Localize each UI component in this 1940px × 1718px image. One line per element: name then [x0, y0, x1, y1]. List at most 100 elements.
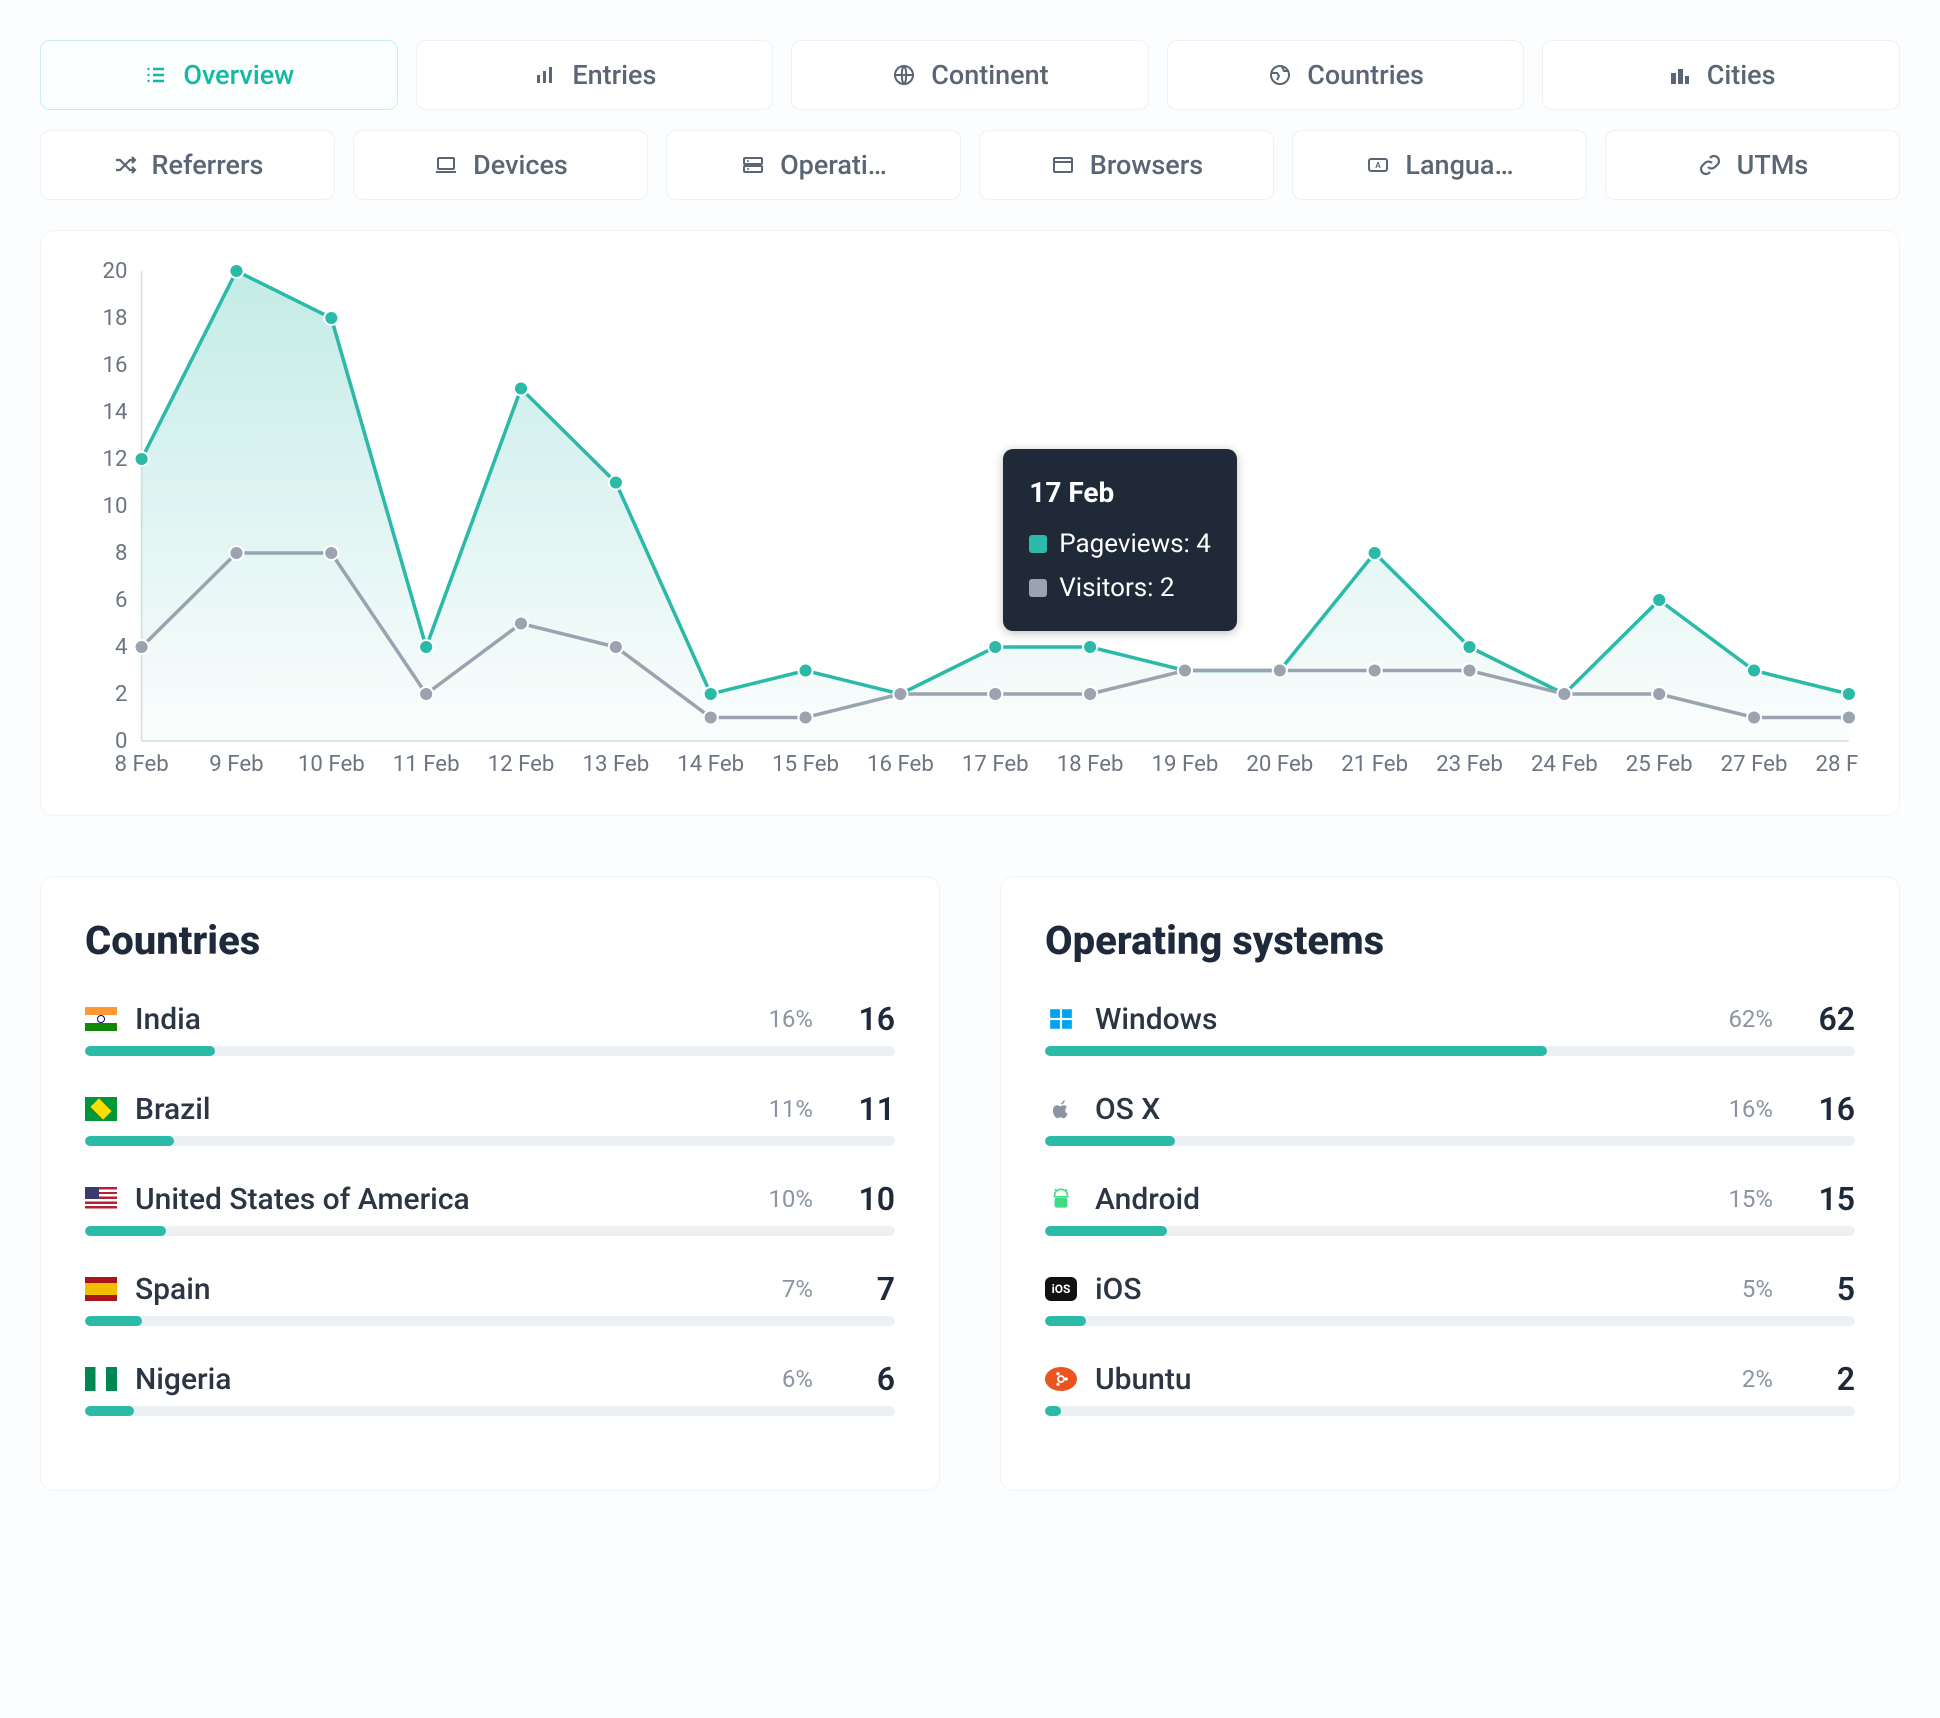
tab-languages[interactable]: ALangua… [1292, 130, 1587, 200]
tab-label: Entries [572, 59, 656, 91]
tab-devices[interactable]: Devices [353, 130, 648, 200]
tooltip-swatch [1029, 579, 1047, 597]
row-value: 15 [1805, 1180, 1855, 1218]
row-name: Brazil [135, 1092, 739, 1127]
countries-title: Countries [85, 917, 895, 964]
tooltip-title: 17 Feb [1029, 469, 1211, 517]
globe-icon [891, 62, 917, 88]
svg-text:14: 14 [102, 399, 127, 425]
row-pct: 6% [757, 1365, 813, 1393]
laptop-icon [433, 152, 459, 178]
tab-operating[interactable]: Operati… [666, 130, 961, 200]
svg-text:A: A [1376, 161, 1382, 170]
svg-text:9 Feb: 9 Feb [209, 751, 263, 777]
row-name: iOS [1095, 1272, 1699, 1307]
row-name: India [135, 1002, 739, 1037]
row-bar [1045, 1226, 1855, 1236]
row-value: 6 [845, 1360, 895, 1398]
svg-text:17 Feb: 17 Feb [962, 751, 1029, 777]
row-name: United States of America [135, 1182, 739, 1217]
tab-continent[interactable]: Continent [791, 40, 1149, 110]
list-item[interactable]: Nigeria 6% 6 [85, 1360, 895, 1398]
svg-text:16: 16 [102, 352, 127, 378]
list-item[interactable]: United States of America 10% 10 [85, 1180, 895, 1218]
flag-icon [85, 1097, 117, 1121]
tab-referrers[interactable]: Referrers [40, 130, 335, 200]
list-item[interactable]: OS X16%16 [1045, 1090, 1855, 1128]
os-title: Operating systems [1045, 917, 1855, 964]
row-bar [85, 1226, 895, 1236]
os-ubu-icon [1045, 1367, 1077, 1391]
barchart-icon [532, 62, 558, 88]
row-bar [1045, 1136, 1855, 1146]
list-item[interactable]: Ubuntu 2% 2 [1045, 1360, 1855, 1398]
flag-icon [85, 1367, 117, 1391]
chart-area[interactable]: 024681012141618208 Feb9 Feb10 Feb11 Feb1… [81, 261, 1859, 781]
svg-text:18 Feb: 18 Feb [1057, 751, 1124, 777]
tab-countries[interactable]: Countries [1167, 40, 1525, 110]
row-pct: 5% [1717, 1275, 1773, 1303]
svg-text:21 Feb: 21 Feb [1341, 751, 1408, 777]
list-item[interactable]: Spain7%7 [85, 1270, 895, 1308]
tab-label: Devices [473, 149, 568, 181]
row-pct: 10% [757, 1185, 813, 1213]
svg-text:10 Feb: 10 Feb [298, 751, 365, 777]
flag-icon [85, 1187, 117, 1211]
row-value: 5 [1805, 1270, 1855, 1308]
list-icon [143, 62, 169, 88]
server-icon [740, 152, 766, 178]
chart-tooltip: 17 Feb Pageviews: 4Visitors: 2 [1003, 449, 1237, 631]
row-bar [1045, 1046, 1855, 1056]
tab-browsers[interactable]: Browsers [979, 130, 1274, 200]
tooltip-row: Visitors: 2 [1029, 566, 1211, 610]
primary-tabs: Overview Entries Continent Countries Cities [40, 40, 1900, 110]
row-bar [85, 1136, 895, 1146]
svg-text:6: 6 [115, 587, 128, 613]
row-pct: 15% [1717, 1185, 1773, 1213]
svg-text:20: 20 [102, 261, 127, 284]
countries-panel: Countries India16%16Brazil11%11United St… [40, 876, 940, 1491]
row-bar [1045, 1406, 1855, 1416]
shuffle-icon [112, 152, 138, 178]
row-value: 16 [845, 1000, 895, 1038]
row-value: 62 [1805, 1000, 1855, 1038]
tab-entries[interactable]: Entries [416, 40, 774, 110]
row-bar [85, 1046, 895, 1056]
window-icon [1050, 152, 1076, 178]
tab-cities[interactable]: Cities [1542, 40, 1900, 110]
svg-text:16 Feb: 16 Feb [867, 751, 934, 777]
chart-card: 024681012141618208 Feb9 Feb10 Feb11 Feb1… [40, 230, 1900, 816]
os-ios-icon: iOS [1045, 1277, 1077, 1301]
svg-text:2: 2 [115, 681, 128, 707]
row-name: Ubuntu [1095, 1362, 1699, 1397]
svg-text:28 Feb: 28 Feb [1815, 751, 1859, 777]
svg-text:24 Feb: 24 Feb [1531, 751, 1598, 777]
svg-text:25 Feb: 25 Feb [1626, 751, 1693, 777]
tab-overview[interactable]: Overview [40, 40, 398, 110]
tab-utms[interactable]: UTMs [1605, 130, 1900, 200]
svg-text:8 Feb: 8 Feb [114, 751, 168, 777]
list-item[interactable]: Android15%15 [1045, 1180, 1855, 1218]
row-bar [1045, 1316, 1855, 1326]
row-value: 2 [1805, 1360, 1855, 1398]
row-value: 10 [845, 1180, 895, 1218]
svg-text:8: 8 [115, 540, 128, 566]
svg-text:15 Feb: 15 Feb [772, 751, 839, 777]
tab-label: Countries [1307, 59, 1424, 91]
svg-text:4: 4 [115, 634, 128, 660]
row-pct: 16% [757, 1005, 813, 1033]
list-item[interactable]: Brazil11%11 [85, 1090, 895, 1128]
row-pct: 11% [757, 1095, 813, 1123]
list-item[interactable]: Windows62%62 [1045, 1000, 1855, 1038]
row-name: Nigeria [135, 1362, 739, 1397]
row-pct: 7% [757, 1275, 813, 1303]
row-pct: 2% [1717, 1365, 1773, 1393]
os-win-icon [1045, 1007, 1077, 1031]
row-bar [85, 1406, 895, 1416]
list-item[interactable]: iOS iOS 5% 5 [1045, 1270, 1855, 1308]
flag-icon [85, 1007, 117, 1031]
list-item[interactable]: India 16% 16 [85, 1000, 895, 1038]
os-osx-icon [1045, 1097, 1077, 1121]
tab-label: Operati… [780, 149, 887, 181]
svg-text:0: 0 [115, 728, 128, 754]
